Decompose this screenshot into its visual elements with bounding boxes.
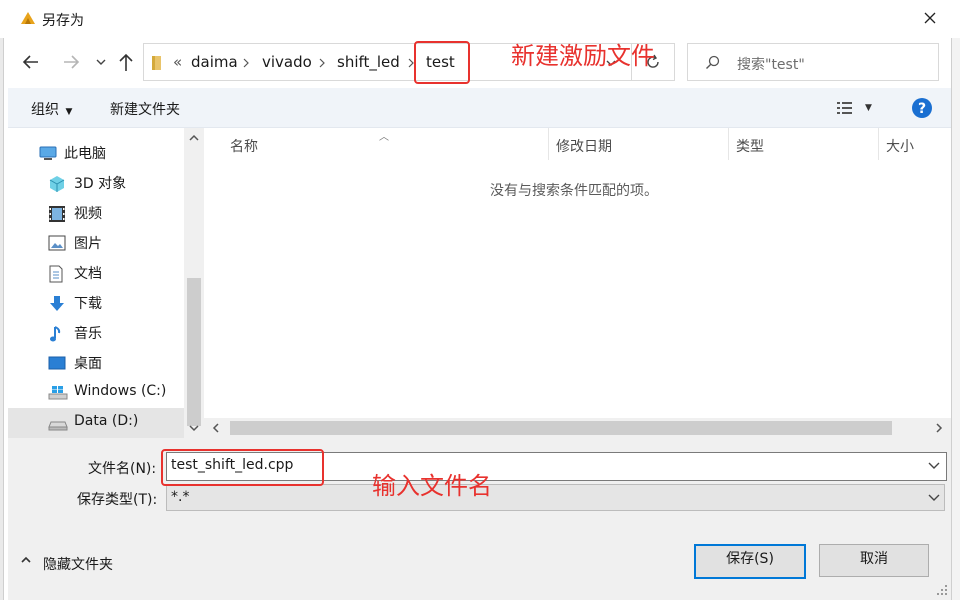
close-icon[interactable] bbox=[918, 8, 942, 30]
breadcrumb-separator-icon bbox=[318, 57, 326, 69]
nav-item-3d-objects[interactable]: 3D 对象 bbox=[8, 168, 184, 198]
new-folder-button[interactable]: 新建文件夹 bbox=[110, 99, 180, 119]
view-dropdown-arrow-icon[interactable]: ▼ bbox=[865, 103, 872, 113]
column-divider bbox=[548, 128, 549, 160]
column-divider bbox=[878, 128, 879, 160]
window-title: 另存为 bbox=[42, 13, 84, 29]
save-button[interactable]: 保存(S) bbox=[694, 544, 806, 579]
nav-item-downloads[interactable]: 下载 bbox=[8, 288, 184, 318]
scroll-up-icon[interactable] bbox=[189, 134, 199, 142]
file-list-horizontal-scrollbar[interactable] bbox=[204, 418, 951, 438]
nav-scrollbar[interactable] bbox=[184, 128, 204, 438]
document-icon bbox=[48, 265, 66, 283]
desktop-icon bbox=[48, 355, 66, 371]
nav-item-music[interactable]: 音乐 bbox=[8, 318, 184, 348]
hide-folders-chevron-icon[interactable] bbox=[20, 555, 32, 565]
resize-grip-icon[interactable] bbox=[936, 584, 948, 596]
svg-text:?: ? bbox=[918, 101, 926, 117]
breadcrumb-daima[interactable]: daima bbox=[191, 53, 238, 71]
navigation-pane: 此电脑 3D 对象 视频 图片 文档 下载 音乐 桌面 Windows (C:)… bbox=[8, 128, 204, 438]
highlight-box-test-folder bbox=[414, 41, 470, 84]
help-icon[interactable]: ? bbox=[911, 97, 933, 119]
scroll-right-icon[interactable] bbox=[935, 423, 943, 433]
drive-icon bbox=[48, 415, 68, 431]
search-icon bbox=[704, 54, 722, 72]
view-options-icon[interactable] bbox=[836, 100, 854, 116]
annotation-enter-filename: 输入文件名 bbox=[372, 472, 492, 500]
dropdown-arrow-icon: ▼ bbox=[65, 107, 73, 117]
nav-item-data-d[interactable]: Data (D:) bbox=[8, 408, 184, 438]
nav-scrollbar-thumb[interactable] bbox=[187, 278, 201, 426]
column-date-modified[interactable]: 修改日期 bbox=[556, 136, 612, 156]
breadcrumb-shift-led[interactable]: shift_led bbox=[337, 53, 400, 71]
breadcrumb-separator-icon bbox=[242, 57, 250, 69]
filetype-dropdown-chevron-icon[interactable] bbox=[928, 494, 940, 502]
highlight-box-filename bbox=[161, 449, 324, 486]
scroll-down-icon[interactable] bbox=[189, 424, 199, 432]
filetype-label: 保存类型(T): bbox=[77, 492, 158, 508]
background-window-edge: b bbox=[951, 0, 960, 600]
save-form: 文件名(N): test_shift_led.cpp 保存类型(T): *.* … bbox=[8, 438, 951, 600]
command-toolbar: 组织 ▼ 新建文件夹 ▼ ? bbox=[8, 88, 951, 128]
hide-folders-toggle[interactable]: 隐藏文件夹 bbox=[43, 554, 113, 574]
forward-arrow-icon[interactable] bbox=[60, 52, 82, 72]
nav-item-documents[interactable]: 文档 bbox=[8, 258, 184, 288]
window-left-edge bbox=[0, 0, 4, 600]
nav-item-desktop[interactable]: 桌面 bbox=[8, 348, 184, 378]
nav-item-videos[interactable]: 视频 bbox=[8, 198, 184, 228]
column-size[interactable]: 大小 bbox=[886, 136, 914, 156]
windows-drive-icon bbox=[48, 385, 68, 401]
download-icon bbox=[48, 295, 66, 311]
sort-ascending-icon: ︿ bbox=[379, 132, 389, 143]
picture-icon bbox=[48, 235, 66, 251]
filename-dropdown-chevron-icon[interactable] bbox=[928, 462, 940, 470]
search-box[interactable]: 搜索"test" bbox=[687, 43, 939, 81]
filename-label: 文件名(N): bbox=[88, 461, 157, 477]
column-divider bbox=[728, 128, 729, 160]
title-bar: 另存为 bbox=[0, 0, 960, 38]
music-icon bbox=[48, 325, 66, 342]
column-headers: ︿ 名称 修改日期 类型 大小 bbox=[204, 128, 951, 160]
recent-locations-chevron-icon[interactable] bbox=[94, 56, 108, 68]
nav-item-windows-c[interactable]: Windows (C:) bbox=[8, 378, 184, 408]
vivado-logo-icon bbox=[20, 10, 36, 26]
video-icon bbox=[48, 205, 66, 222]
horizontal-scrollbar-thumb[interactable] bbox=[230, 421, 892, 435]
cancel-button[interactable]: 取消 bbox=[819, 544, 929, 577]
filetype-value: *.* bbox=[171, 489, 190, 505]
scroll-left-icon[interactable] bbox=[212, 423, 220, 433]
folder-icon bbox=[150, 54, 164, 72]
cube-3d-icon bbox=[48, 175, 66, 192]
up-arrow-icon[interactable] bbox=[116, 51, 136, 73]
nav-item-pictures[interactable]: 图片 bbox=[8, 228, 184, 258]
breadcrumb-vivado[interactable]: vivado bbox=[262, 53, 312, 71]
annotation-new-stimulus-file: 新建激励文件 bbox=[511, 42, 655, 70]
empty-folder-message: 没有与搜索条件匹配的项。 bbox=[490, 183, 658, 199]
filetype-select[interactable]: *.* bbox=[166, 484, 945, 511]
back-arrow-icon[interactable] bbox=[20, 52, 42, 72]
column-name[interactable]: 名称 bbox=[230, 136, 258, 156]
organize-menu[interactable]: 组织 ▼ bbox=[31, 99, 72, 119]
column-type[interactable]: 类型 bbox=[736, 136, 764, 156]
breadcrumb-overflow[interactable]: « bbox=[173, 53, 182, 71]
search-placeholder: 搜索"test" bbox=[737, 57, 805, 73]
computer-icon bbox=[38, 145, 57, 161]
nav-item-this-pc[interactable]: 此电脑 bbox=[8, 138, 184, 168]
